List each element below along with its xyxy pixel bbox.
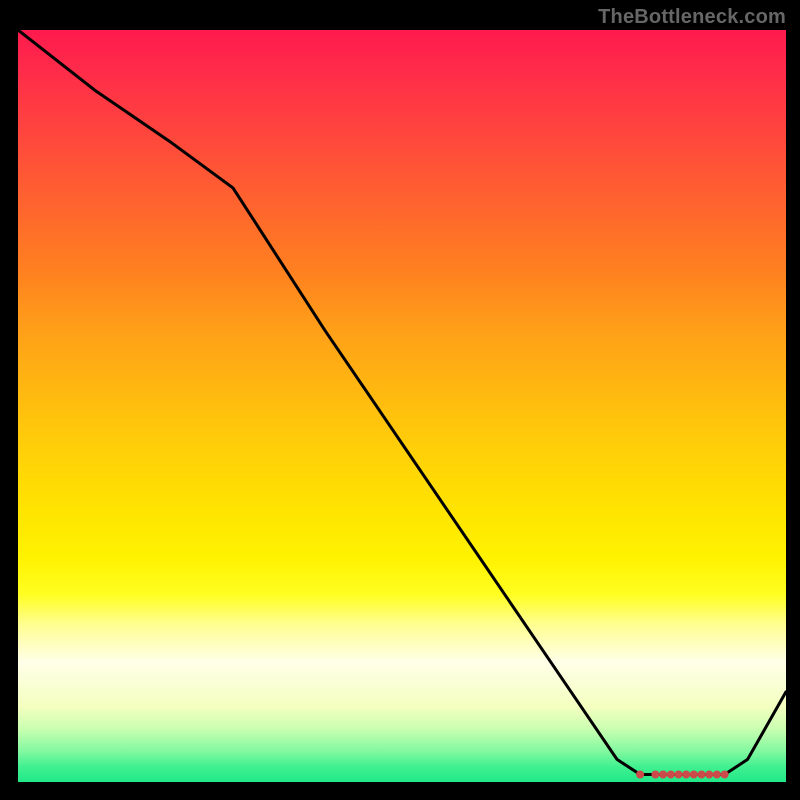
chart-svg xyxy=(18,30,786,782)
optimal-marker xyxy=(651,771,659,779)
optimal-marker xyxy=(675,771,683,779)
optimal-marker xyxy=(698,771,706,779)
optimal-marker xyxy=(721,771,729,779)
optimal-marker xyxy=(682,771,690,779)
optimal-marker xyxy=(636,771,644,779)
optimal-marker xyxy=(690,771,698,779)
optimal-marker xyxy=(659,771,667,779)
plot-area xyxy=(18,30,786,782)
optimal-marker xyxy=(667,771,675,779)
chart-container: TheBottleneck.com xyxy=(0,0,800,800)
bottleneck-curve xyxy=(18,30,786,775)
watermark-text: TheBottleneck.com xyxy=(598,6,786,29)
optimal-marker xyxy=(705,771,713,779)
optimal-marker xyxy=(713,771,721,779)
